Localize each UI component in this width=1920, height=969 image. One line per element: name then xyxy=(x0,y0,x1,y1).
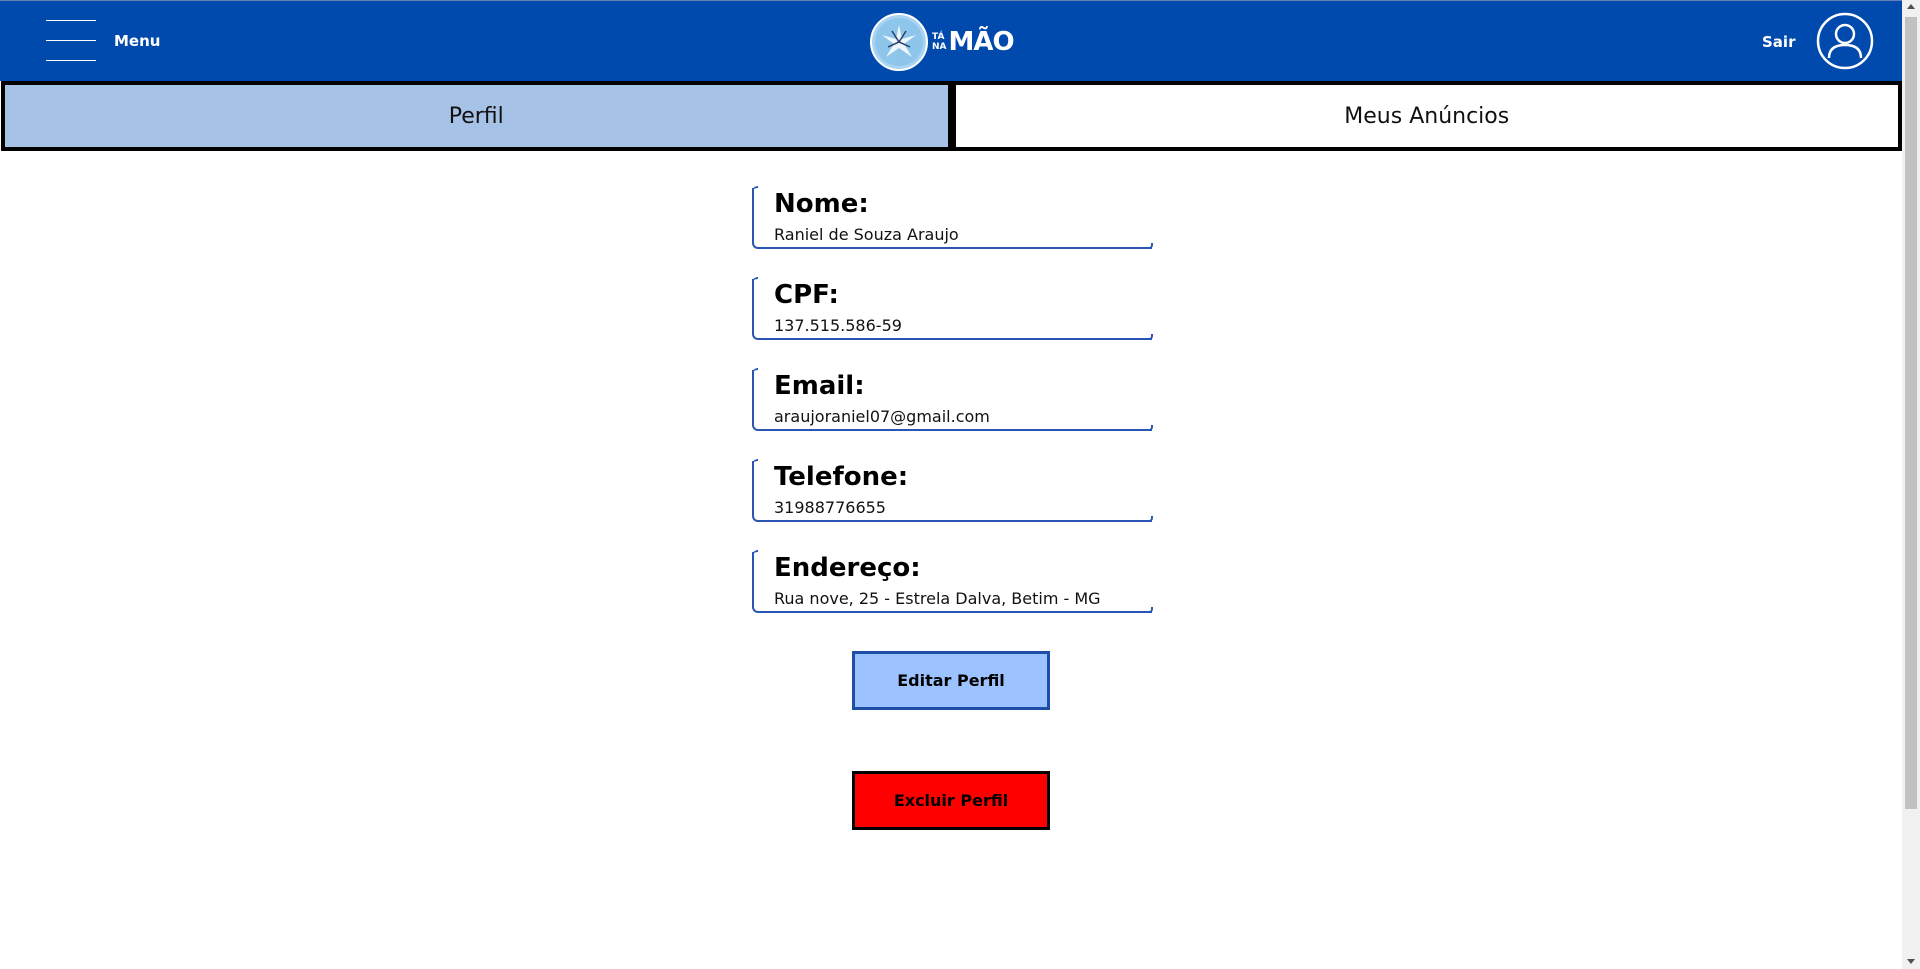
logo-small-top: TÁ xyxy=(932,32,945,42)
page: Menu TÁ NA MÃO Sair Perfil Meus Anúncios… xyxy=(0,0,1920,969)
field-value: 137.515.586-59 xyxy=(774,316,902,335)
profile-fields: Nome: Raniel de Souza Araujo CPF: 137.51… xyxy=(752,186,1153,643)
field-nome: Nome: Raniel de Souza Araujo xyxy=(752,186,1153,249)
logo-small-text: TÁ NA xyxy=(932,32,947,52)
field-label: Telefone: xyxy=(774,462,909,492)
tab-perfil-label: Perfil xyxy=(448,103,504,129)
edit-profile-button[interactable]: Editar Perfil xyxy=(852,651,1050,710)
hamburger-icon xyxy=(46,20,96,62)
scroll-up-arrow-icon[interactable] xyxy=(1907,4,1915,9)
field-cpf: CPF: 137.515.586-59 xyxy=(752,277,1153,340)
field-value: 31988776655 xyxy=(774,498,886,517)
user-avatar-icon[interactable] xyxy=(1815,11,1875,71)
menu-button[interactable]: Menu xyxy=(46,20,160,62)
field-value: araujoraniel07@gmail.com xyxy=(774,407,990,426)
site-logo[interactable]: TÁ NA MÃO xyxy=(870,11,1015,73)
field-label: Endereço: xyxy=(774,553,921,583)
tab-meus-anuncios[interactable]: Meus Anúncios xyxy=(951,81,1902,151)
logo-big-text: MÃO xyxy=(948,27,1015,57)
field-label: CPF: xyxy=(774,280,839,310)
logo-small-bottom: NA xyxy=(932,42,947,52)
field-value: Rua nove, 25 - Estrela Dalva, Betim - MG xyxy=(774,589,1101,608)
top-navbar: Menu TÁ NA MÃO Sair xyxy=(0,0,1902,81)
scroll-down-arrow-icon[interactable] xyxy=(1907,959,1915,964)
field-email: Email: araujoraniel07@gmail.com xyxy=(752,368,1153,431)
delete-profile-button[interactable]: Excluir Perfil xyxy=(852,771,1050,830)
scroll-thumb[interactable] xyxy=(1905,17,1917,809)
menu-label: Menu xyxy=(114,32,161,50)
hands-logo-icon xyxy=(870,13,928,71)
logout-link[interactable]: Sair xyxy=(1762,33,1795,51)
field-value: Raniel de Souza Araujo xyxy=(774,225,959,244)
edit-profile-label: Editar Perfil xyxy=(897,671,1005,690)
tab-meus-anuncios-label: Meus Anúncios xyxy=(1344,103,1510,129)
delete-profile-label: Excluir Perfil xyxy=(893,791,1009,810)
field-telefone: Telefone: 31988776655 xyxy=(752,459,1153,522)
field-label: Nome: xyxy=(774,189,869,219)
field-label: Email: xyxy=(774,371,865,401)
field-endereco: Endereço: Rua nove, 25 - Estrela Dalva, … xyxy=(752,550,1153,613)
tab-perfil[interactable]: Perfil xyxy=(1,81,952,151)
profile-tabs: Perfil Meus Anúncios xyxy=(1,81,1902,151)
vertical-scrollbar[interactable] xyxy=(1902,0,1920,969)
